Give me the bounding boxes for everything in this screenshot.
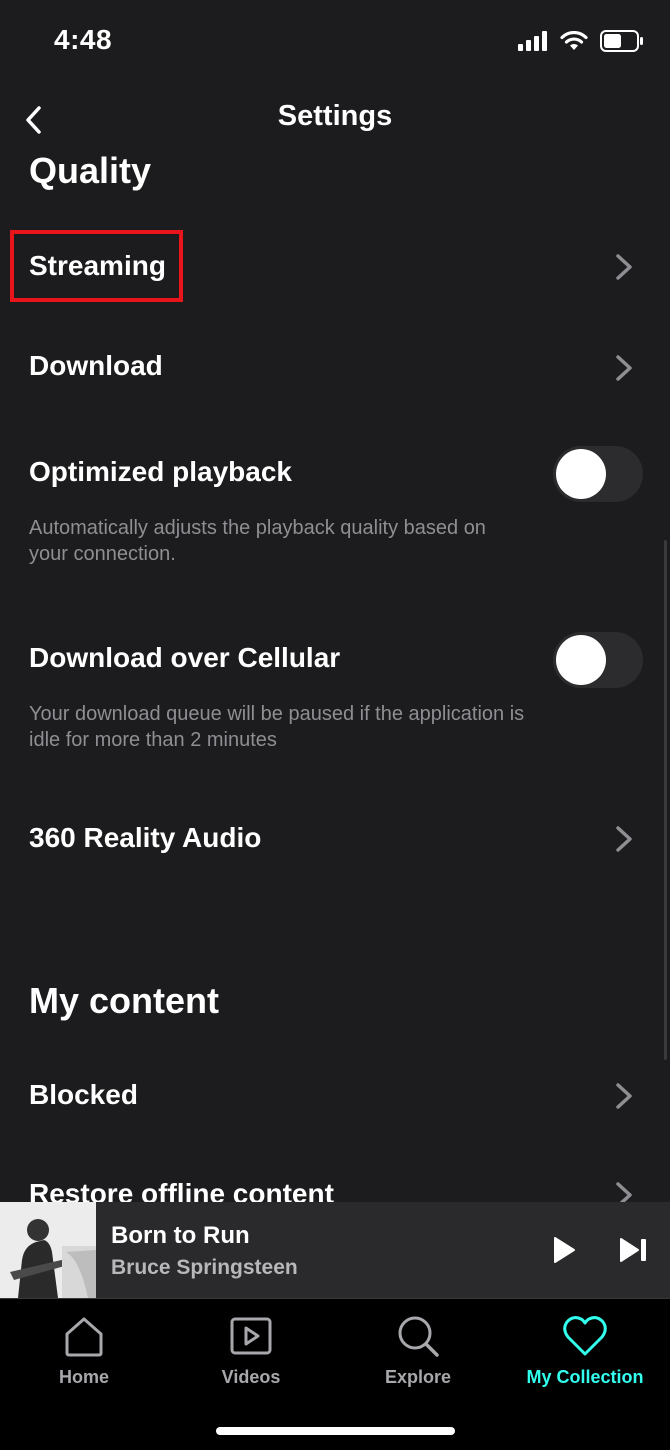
battery-icon <box>600 30 643 52</box>
tab-videos[interactable]: Videos <box>176 1313 326 1388</box>
album-cover-image <box>0 1202 96 1298</box>
download-row[interactable]: Download <box>0 332 670 402</box>
play-button[interactable] <box>546 1232 580 1268</box>
toggle-knob <box>556 635 606 685</box>
tab-label-videos: Videos <box>221 1367 281 1387</box>
tab-bar: Home Videos Explore My Collection <box>0 1299 670 1450</box>
tab-label-my-collection: My Collection <box>526 1367 644 1387</box>
tab-home[interactable]: Home <box>9 1313 159 1388</box>
tab-label-explore: Explore <box>384 1367 452 1387</box>
search-icon <box>398 1316 439 1357</box>
status-time: 4:48 <box>54 24 113 55</box>
reality-audio-label: 360 Reality Audio <box>29 822 262 853</box>
status-bar: 4:48 <box>0 0 670 80</box>
reality-audio-row[interactable]: 360 Reality Audio <box>0 804 670 874</box>
back-button[interactable] <box>18 102 48 138</box>
optimized-playback-description: Automatically adjusts the playback quali… <box>29 517 486 565</box>
download-over-cellular-label: Download over Cellular <box>29 642 341 673</box>
optimized-playback-toggle[interactable] <box>553 446 643 502</box>
section-title-quality: Quality <box>29 150 152 191</box>
home-indicator[interactable] <box>216 1427 455 1435</box>
section-title-my-content: My content <box>29 980 220 1021</box>
download-label: Download <box>29 350 163 381</box>
heart-icon <box>563 1316 607 1356</box>
track-artist: Bruce Springsteen <box>111 1256 298 1279</box>
tab-label-home: Home <box>58 1367 109 1387</box>
next-track-button[interactable] <box>617 1232 651 1268</box>
home-icon <box>65 1317 103 1357</box>
download-over-cellular-row: Download over Cellular Your download que… <box>0 624 670 764</box>
chevron-right-icon <box>616 1182 632 1202</box>
album-art[interactable] <box>0 1202 96 1298</box>
skip-next-icon <box>620 1238 646 1262</box>
tab-my-collection[interactable]: My Collection <box>510 1313 660 1388</box>
blocked-label: Blocked <box>29 1079 138 1110</box>
chevron-right-icon <box>616 1083 632 1109</box>
wifi-icon <box>560 31 588 50</box>
download-over-cellular-description: Your download queue will be paused if th… <box>29 703 525 751</box>
toggle-knob <box>556 449 606 499</box>
streaming-row[interactable]: Streaming <box>0 232 670 302</box>
tab-explore[interactable]: Explore <box>343 1313 493 1388</box>
mini-player[interactable]: Born to Run Bruce Springsteen <box>0 1202 670 1301</box>
blocked-row[interactable]: Blocked <box>0 1061 670 1131</box>
page-title: Settings <box>277 100 393 132</box>
chevron-right-icon <box>616 826 632 852</box>
video-icon <box>230 1317 272 1355</box>
scroll-indicator[interactable] <box>664 540 667 1060</box>
restore-offline-row[interactable]: Restore offline content <box>0 1160 670 1202</box>
streaming-label: Streaming <box>29 250 166 281</box>
restore-offline-label: Restore offline content <box>29 1178 334 1202</box>
nav-header: Settings <box>0 90 670 150</box>
optimized-playback-row: Optimized playback Automatically adjusts… <box>0 438 670 578</box>
status-icons <box>518 30 644 52</box>
download-over-cellular-toggle[interactable] <box>553 632 643 688</box>
chevron-left-icon <box>26 106 41 134</box>
track-title: Born to Run <box>111 1222 250 1249</box>
chevron-right-icon <box>616 355 632 381</box>
play-icon <box>554 1237 575 1263</box>
chevron-right-icon <box>616 254 632 280</box>
cellular-signal-icon <box>518 31 547 51</box>
optimized-playback-label: Optimized playback <box>29 456 292 487</box>
